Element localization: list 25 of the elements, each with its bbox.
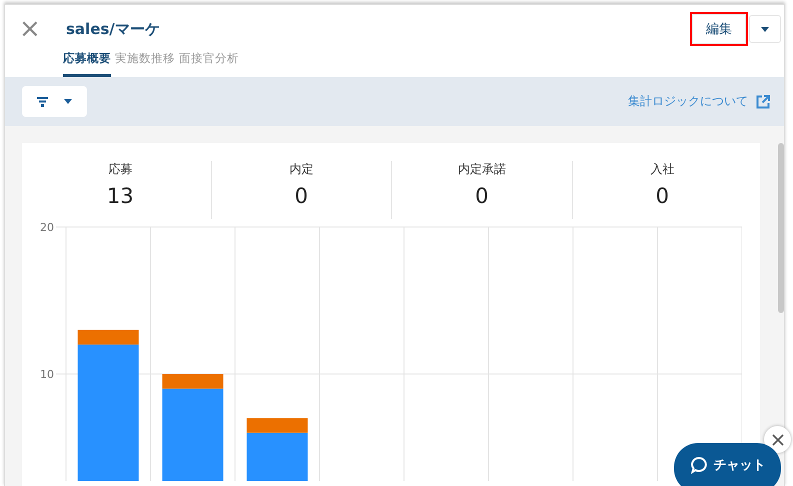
filter-button[interactable] xyxy=(22,86,87,117)
tab[interactable]: 実施数推移 xyxy=(115,49,175,77)
chat-button[interactable]: チャット xyxy=(674,443,781,486)
page-title: sales/マーケ xyxy=(66,20,160,38)
stat-label: 入社 xyxy=(650,161,674,178)
caret-icon xyxy=(64,99,72,104)
axis-tick-label: 20 xyxy=(40,221,54,234)
stat-label: 内定承諾 xyxy=(458,161,506,178)
stat-value: 0 xyxy=(656,184,669,208)
external-link-icon[interactable] xyxy=(756,94,770,108)
caret-icon xyxy=(761,26,769,32)
stat-value: 0 xyxy=(294,184,308,208)
tab[interactable]: 面接官分析 xyxy=(179,49,239,77)
dropdown-button[interactable] xyxy=(749,15,781,43)
filter-icon xyxy=(37,96,48,106)
stat-label: 応募 xyxy=(108,161,132,178)
stat-label: 内定 xyxy=(289,161,314,178)
edit-button[interactable]: 編集 xyxy=(692,14,746,44)
stat-value: 13 xyxy=(106,184,134,208)
stat-value: 0 xyxy=(475,184,488,208)
aggregation-logic-link[interactable]: 集計ロジックについて xyxy=(628,93,748,110)
axis-tick-label: 10 xyxy=(40,368,54,381)
speech-bubble-icon xyxy=(690,456,708,474)
close-icon[interactable]: × xyxy=(19,16,41,42)
scrollbar-thumb[interactable] xyxy=(778,143,784,313)
